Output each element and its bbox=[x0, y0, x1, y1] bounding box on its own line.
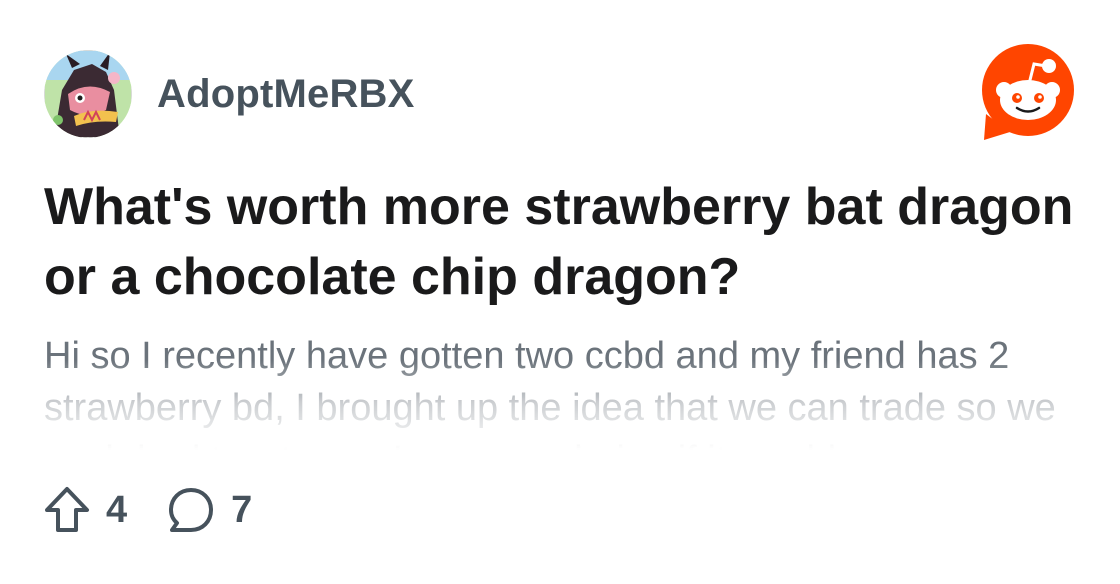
upvote-stat[interactable]: 4 bbox=[44, 486, 127, 534]
upvote-count: 4 bbox=[106, 488, 128, 531]
reddit-snoo-icon[interactable] bbox=[980, 44, 1076, 140]
post-title[interactable]: What's worth more strawberry bat dragon … bbox=[44, 172, 1084, 312]
post-card: AdoptMeRBX What's worth more strawberry … bbox=[0, 0, 1120, 584]
post-footer: 4 7 bbox=[44, 484, 292, 536]
comment-bubble-icon[interactable] bbox=[167, 486, 215, 534]
upvote-arrow-icon[interactable] bbox=[44, 486, 90, 534]
post-body-text: Hi so I recently have gotten two ccbd an… bbox=[44, 335, 1056, 450]
comment-count: 7 bbox=[231, 488, 253, 531]
post-header: AdoptMeRBX bbox=[44, 50, 415, 138]
avatar-illustration bbox=[44, 50, 132, 138]
username[interactable]: AdoptMeRBX bbox=[157, 72, 415, 117]
avatar[interactable] bbox=[44, 50, 132, 138]
comment-stat[interactable]: 7 bbox=[167, 486, 252, 534]
post-body-preview: Hi so I recently have gotten two ccbd an… bbox=[44, 330, 1084, 450]
